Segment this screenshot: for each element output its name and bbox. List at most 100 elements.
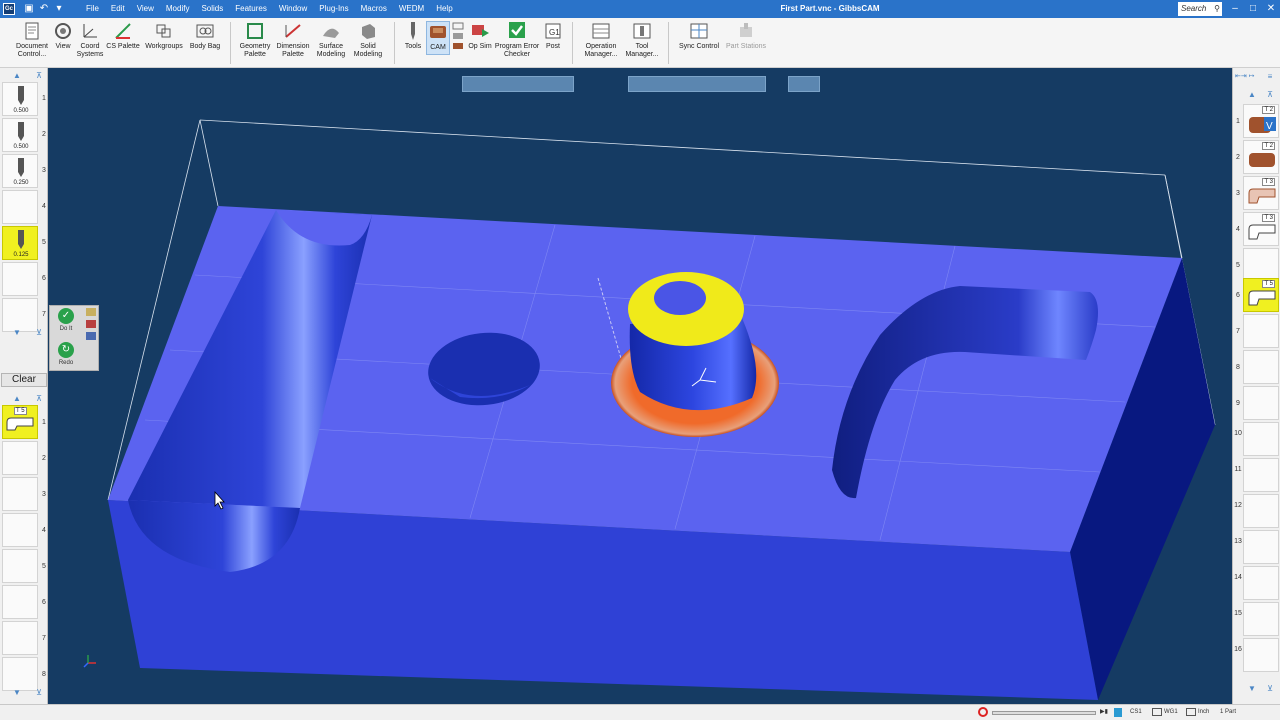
menu-macros[interactable]: Macros — [355, 0, 393, 18]
op-list-bottom-arrow[interactable]: ⊻ — [1263, 684, 1277, 693]
document-control-button[interactable]: Document Control... — [10, 21, 54, 59]
op-tile-15[interactable] — [1243, 602, 1279, 636]
op-tile-13[interactable] — [1243, 530, 1279, 564]
tool-tile-6[interactable] — [2, 262, 38, 296]
process-tile-8[interactable] — [2, 657, 38, 691]
menu-modify[interactable]: Modify — [160, 0, 196, 18]
op-tile-8[interactable] — [1243, 350, 1279, 384]
process-list-bottom-arrow[interactable]: ⊻ — [32, 688, 46, 697]
process-tile-7[interactable] — [2, 621, 38, 655]
surface-modeling-button[interactable]: Surface Modeling — [313, 21, 349, 59]
geometry-palette-button[interactable]: Geometry Palette — [236, 21, 274, 59]
menu-features[interactable]: Features — [229, 0, 273, 18]
search-icon[interactable]: ⚲ — [1214, 2, 1220, 16]
process-delete-icon[interactable] — [86, 320, 96, 328]
tool-list-bottom-arrow[interactable]: ⊻ — [32, 328, 46, 337]
process-list-up-arrow[interactable]: ▲ — [10, 394, 24, 403]
menu-solids[interactable]: Solids — [195, 0, 229, 18]
machine-icon[interactable] — [1114, 708, 1122, 717]
process-folder-icon[interactable] — [86, 308, 96, 316]
redo-button[interactable]: ↻ — [58, 342, 74, 358]
tool-list-top-arrow[interactable]: ⊼ — [32, 71, 46, 80]
op-tile-10[interactable] — [1243, 422, 1279, 456]
post-button[interactable]: G1 Post — [542, 21, 564, 51]
coord-systems-button[interactable]: Coord Systems — [76, 21, 104, 59]
clear-button[interactable]: Clear — [1, 373, 47, 387]
close-button[interactable]: ✕ — [1262, 0, 1280, 18]
sync-control-button[interactable]: Sync Control — [676, 21, 722, 51]
tool-manager-button[interactable]: Tool Manager... — [622, 21, 662, 59]
app-icon[interactable]: Gc — [3, 3, 15, 15]
op-list-up-arrow[interactable]: ▲ — [1245, 90, 1259, 99]
cam-sub-buttons[interactable] — [452, 21, 464, 56]
process-tile-6[interactable] — [2, 585, 38, 619]
op-list-down-arrow[interactable]: ▼ — [1245, 684, 1259, 693]
minimize-button[interactable]: – — [1226, 0, 1244, 18]
graphics-viewport[interactable] — [48, 68, 1232, 704]
process-tile-5[interactable] — [2, 549, 38, 583]
process-list-down-arrow[interactable]: ▼ — [10, 688, 24, 697]
op-list-nav-arrows[interactable]: ⇤⇥ ↦ — [1235, 72, 1255, 80]
op-tile-12[interactable] — [1243, 494, 1279, 528]
tool-tile-7[interactable] — [2, 298, 38, 332]
op-tile-9[interactable] — [1243, 386, 1279, 420]
tool-list-up-arrow[interactable]: ▲ — [10, 71, 24, 80]
op-tile-11[interactable] — [1243, 458, 1279, 492]
process-list-top-arrow[interactable]: ⊼ — [32, 394, 46, 403]
menu-window[interactable]: Window — [273, 0, 313, 18]
op-tile-14[interactable] — [1243, 566, 1279, 600]
progress-slider[interactable] — [992, 711, 1096, 715]
stop-icon[interactable] — [978, 707, 988, 717]
process-tile-3[interactable] — [2, 477, 38, 511]
menu-file[interactable]: File — [80, 0, 105, 18]
op-tile-7[interactable] — [1243, 314, 1279, 348]
play-icon[interactable]: ▶▮ — [1100, 708, 1108, 716]
menu-plug-ins[interactable]: Plug-Ins — [313, 0, 354, 18]
save-icon[interactable]: ▣ — [22, 2, 36, 16]
op-tile-16[interactable] — [1243, 638, 1279, 672]
cs-palette-button[interactable]: CS Palette — [105, 21, 141, 51]
tools-button[interactable]: Tools — [401, 21, 425, 55]
workgroups-button[interactable]: Workgroups — [142, 21, 186, 51]
maximize-button[interactable]: □ — [1244, 0, 1262, 18]
op-tile-3[interactable]: T 3 — [1243, 176, 1279, 210]
op-tile-2[interactable]: T 2 — [1243, 140, 1279, 174]
quick-access-menu-icon[interactable]: ▾ — [52, 2, 66, 16]
view-button[interactable]: View — [52, 21, 74, 51]
op-list-top-arrow[interactable]: ⊼ — [1263, 90, 1277, 99]
tool-tile-1[interactable]: 0.500 — [2, 82, 38, 116]
process-options-icon[interactable] — [86, 332, 96, 340]
menu-view[interactable]: View — [131, 0, 160, 18]
op-tile-1[interactable]: T 2 V — [1243, 104, 1279, 138]
op-tile-6[interactable]: T 5 — [1243, 278, 1279, 312]
menu-edit[interactable]: Edit — [105, 0, 131, 18]
op-tile-4[interactable]: T 3 — [1243, 212, 1279, 246]
do-it-button[interactable]: ✓ — [58, 308, 74, 324]
tool-tile-4[interactable] — [2, 190, 38, 224]
menu-help[interactable]: Help — [430, 0, 458, 18]
body-bag-button[interactable]: Body Bag — [187, 21, 223, 51]
view-toolbar-2[interactable] — [628, 76, 766, 92]
tool-tile-3[interactable]: 0.250 — [2, 154, 38, 188]
program-error-checker-button[interactable]: Program Error Checker — [494, 21, 540, 59]
process-tile-4[interactable] — [2, 513, 38, 547]
op-tile-5[interactable] — [1243, 248, 1279, 282]
dimension-palette-button[interactable]: Dimension Palette — [274, 21, 312, 59]
part-3d-view[interactable] — [48, 68, 1232, 704]
process-tile-2[interactable] — [2, 441, 38, 475]
tool-tile-5[interactable]: 0.125 — [2, 226, 38, 260]
operation-manager-button[interactable]: Operation Manager... — [580, 21, 622, 59]
op-list-collapse-button[interactable]: ≡ — [1263, 72, 1277, 81]
search-input[interactable]: Search ⚲ — [1178, 2, 1222, 16]
menu-wedm[interactable]: WEDM — [393, 0, 430, 18]
part-stations-button[interactable]: Part Stations — [722, 21, 770, 51]
cam-button[interactable]: CAM — [426, 21, 450, 55]
view-toolbar-3[interactable] — [788, 76, 820, 92]
solid-modeling-button[interactable]: Solid Modeling — [350, 21, 386, 59]
tool-tile-2[interactable]: 0.500 — [2, 118, 38, 152]
op-sim-button[interactable]: Op Sim — [466, 21, 494, 51]
process-tile-1[interactable]: T 5 — [2, 405, 38, 439]
undo-icon[interactable]: ↶ — [37, 2, 51, 16]
tool-list-down-arrow[interactable]: ▼ — [10, 328, 24, 337]
view-toolbar-1[interactable] — [462, 76, 574, 92]
